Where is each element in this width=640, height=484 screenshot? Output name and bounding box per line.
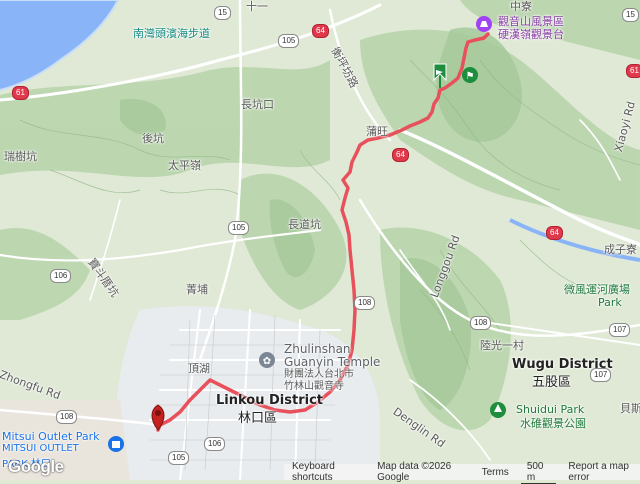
svg-text:✿: ✿ xyxy=(263,356,271,367)
scale-bar[interactable]: 500 m xyxy=(520,461,557,484)
label-linkou-zh: 林口區 xyxy=(238,411,278,426)
scenic-area-icon xyxy=(476,16,492,32)
road-shield-108-c: 108 xyxy=(56,410,78,424)
road-shield-61-b: 61 xyxy=(626,64,640,78)
road-shield-106-b: 106 xyxy=(204,437,226,451)
label-dinghu: 頂湖 xyxy=(188,362,210,375)
road-shield-61: 61 xyxy=(12,86,29,100)
label-park[interactable]: Park xyxy=(598,296,622,309)
attribution-bar: Keyboard shortcuts Map data ©2026 Google… xyxy=(284,461,640,484)
label-chengziliao: 成子寮 xyxy=(604,243,637,256)
label-nanwan[interactable]: 南灣頭濱海步道 xyxy=(133,27,210,40)
label-changdaokeng: 長道坑 xyxy=(288,218,321,231)
hiking-icon: ⚑ xyxy=(462,67,478,83)
label-mitsui-en[interactable]: Mitsui Outlet Park xyxy=(2,430,99,443)
label-taipingling: 太平嶺 xyxy=(168,159,201,172)
label-luguang: 陸光一村 xyxy=(480,339,524,352)
road-shield-64-a: 64 xyxy=(312,24,329,38)
label-changkengkou: 長坑口 xyxy=(241,98,274,111)
road-shield-108-a: 108 xyxy=(354,296,376,310)
shuidui-park-icon xyxy=(490,402,506,418)
label-guanyin-2[interactable]: 硬漢嶺觀景台 xyxy=(498,28,564,41)
google-logo[interactable]: Google xyxy=(8,457,64,477)
shopping-icon xyxy=(108,436,124,452)
road-shield-105-b: 105 xyxy=(228,221,250,235)
road-shield-107-b: 107 xyxy=(590,368,612,382)
label-zhulinshan-zh2: 竹林山觀音寺 xyxy=(284,381,344,392)
label-puwang: 蒲旺 xyxy=(366,125,388,138)
label-linkou-en: Linkou District xyxy=(216,393,323,408)
label-zhulinshan-en2[interactable]: Guanyin Temple xyxy=(284,355,380,369)
label-ruishukeng: 瑞樹坑 xyxy=(4,150,37,163)
road-shield-64-b: 64 xyxy=(392,148,409,162)
label-wugu-zh: 五股區 xyxy=(532,375,572,390)
temple-icon: ✿ xyxy=(259,352,275,368)
terms-link[interactable]: Terms xyxy=(482,467,509,478)
label-beiji: 貝斯 xyxy=(620,402,640,415)
road-shield-105: 105 xyxy=(278,34,300,48)
label-top-left: 十一 xyxy=(246,0,268,13)
label-shuidui-en[interactable]: Shuidui Park xyxy=(516,403,584,416)
road-shield-15: 15 xyxy=(214,6,231,20)
road-shield-64-c: 64 xyxy=(546,226,563,240)
label-qingpu: 菁埔 xyxy=(186,283,208,296)
label-top-right: 中寮 xyxy=(510,0,532,13)
label-houkeng: 後坑 xyxy=(142,132,164,145)
road-shield-106: 106 xyxy=(50,269,72,283)
road-shield-107-a: 107 xyxy=(609,323,631,337)
road-shield-15-b: 15 xyxy=(622,8,639,22)
road-shield-108-b: 108 xyxy=(470,316,492,330)
label-weifeng[interactable]: 微風運河廣場 xyxy=(564,283,630,296)
label-zhulinshan-en1[interactable]: Zhulinshan xyxy=(284,342,351,356)
road-shield-105-c: 105 xyxy=(168,451,190,465)
svg-text:⚑: ⚑ xyxy=(466,71,475,82)
label-shuidui-zh[interactable]: 水碓觀景公園 xyxy=(520,417,586,430)
label-mitsui-zh1[interactable]: MITSUI OUTLET xyxy=(2,443,79,454)
label-guanyin-1[interactable]: 觀音山風景區 xyxy=(498,15,564,28)
